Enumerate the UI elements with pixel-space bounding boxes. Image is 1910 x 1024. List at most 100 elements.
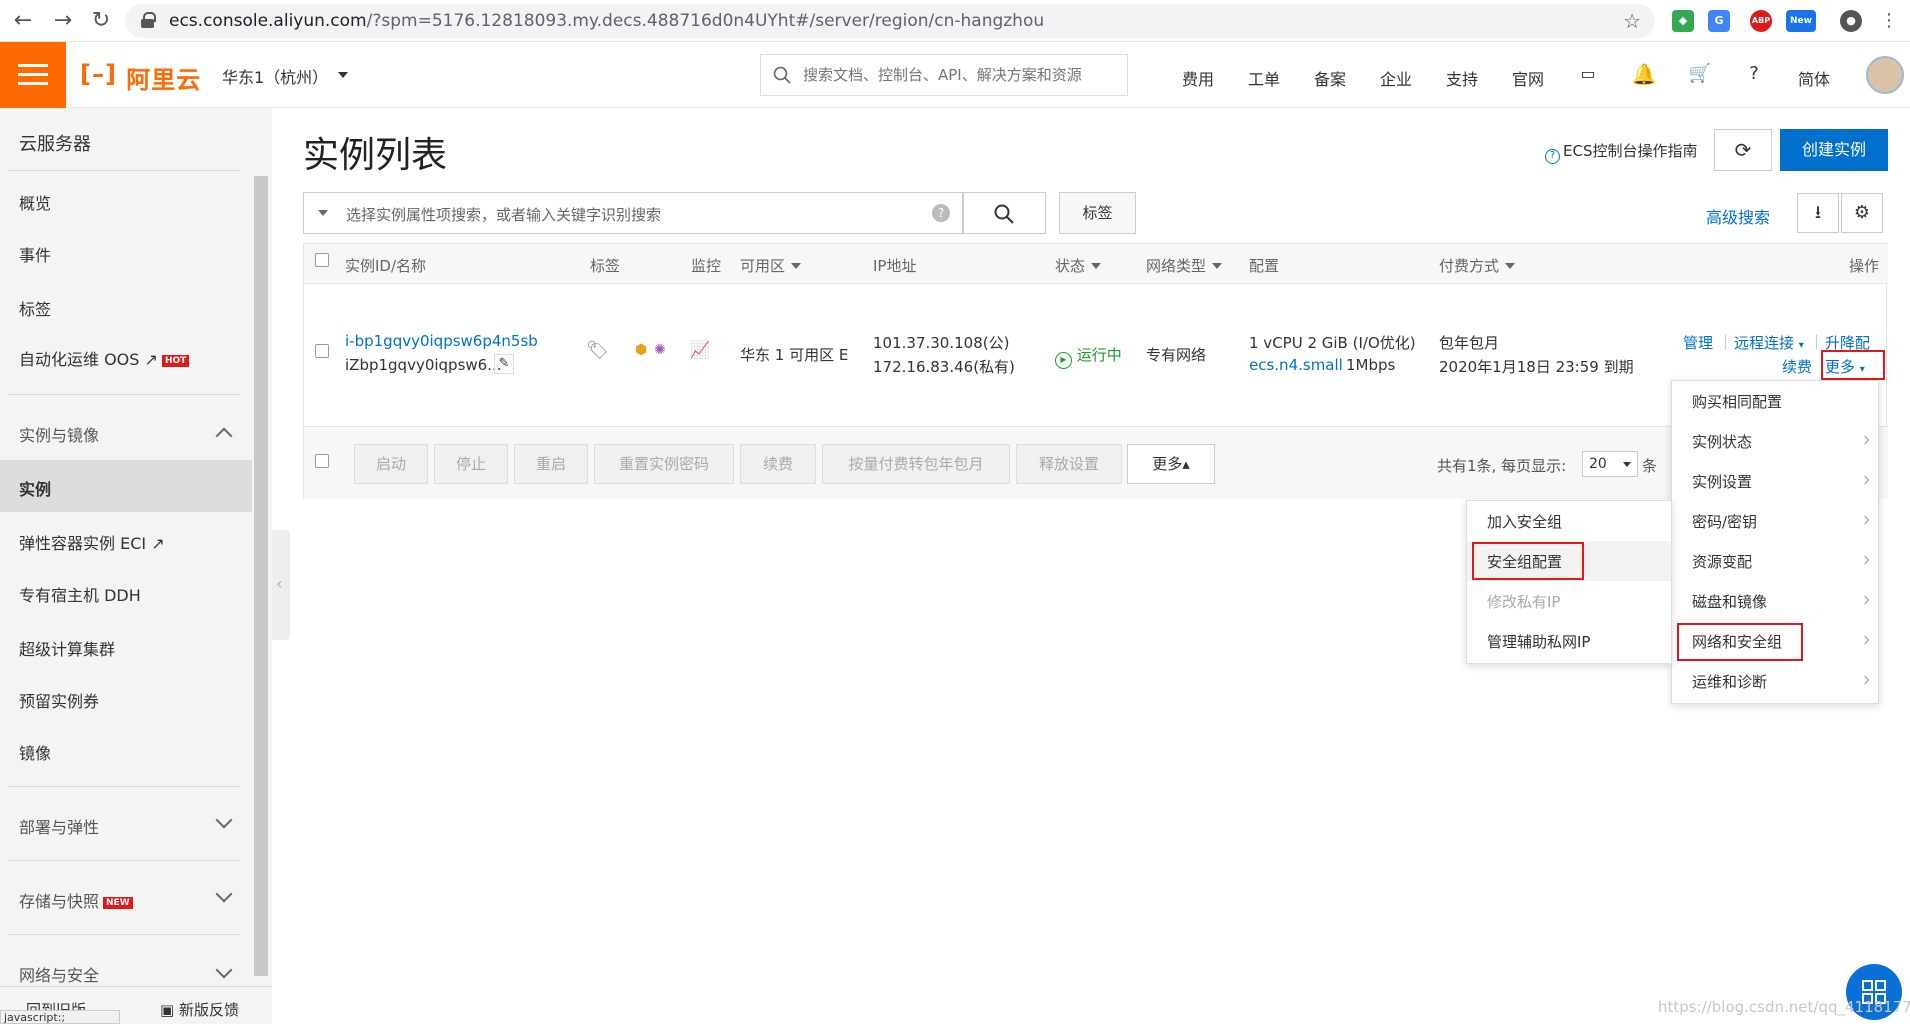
tag-filter-button[interactable]: 标签 (1059, 192, 1136, 234)
global-search-input[interactable] (803, 63, 1113, 87)
create-instance-button[interactable]: 创建实例 (1780, 129, 1888, 171)
row-checkbox[interactable] (315, 344, 329, 358)
th-network[interactable]: 网络类型 (1146, 255, 1223, 276)
th-zone[interactable]: 可用区 (740, 255, 802, 276)
config-spec: 1 vCPU 2 GiB (I/O优化) (1249, 334, 1416, 352)
terminal-icon[interactable]: ▭ (1574, 60, 1602, 88)
sidebar-item-ddh[interactable]: 专有宿主机 DDH (19, 582, 141, 606)
sidebar-scrollbar[interactable] (254, 176, 268, 976)
nav-support[interactable]: 支持 (1446, 66, 1478, 90)
help-circle-icon[interactable]: ? (932, 204, 950, 222)
forward-arrow-icon[interactable]: → (48, 6, 78, 36)
sidebar-item-images[interactable]: 镜像 (19, 740, 51, 764)
region-selector[interactable]: 华东1（杭州） (222, 64, 328, 88)
th-status[interactable]: 状态 (1055, 255, 1102, 276)
filter-placeholder: 选择实例属性项搜索，或者输入关键字识别搜索 (346, 206, 662, 224)
renew-link[interactable]: 续费 (1782, 356, 1812, 377)
instance-id-link[interactable]: i-bp1gqvy0iqpsw6p4n5sb (345, 332, 538, 350)
caret-down-icon[interactable] (338, 72, 348, 78)
reset-password-button[interactable]: 重置实例密码 (594, 444, 734, 484)
reload-icon[interactable]: ↻ (86, 6, 116, 36)
menu-item-instance-status[interactable]: 实例状态 (1692, 431, 1752, 452)
translate-icon[interactable]: G (1708, 10, 1730, 32)
bell-icon[interactable]: 🔔 (1630, 60, 1658, 88)
bookmark-star-icon[interactable]: ☆ (1623, 9, 1641, 33)
menu-item-instance-settings[interactable]: 实例设置 (1692, 471, 1752, 492)
menu-item-password-key[interactable]: 密码/密钥 (1692, 511, 1757, 532)
th-billing[interactable]: 付费方式 (1439, 255, 1516, 276)
chevron-down-icon[interactable] (215, 885, 233, 903)
nav-official-site[interactable]: 官网 (1512, 66, 1544, 90)
menu-item-resource-change[interactable]: 资源变配 (1692, 551, 1752, 572)
chevron-up-icon[interactable] (215, 427, 233, 445)
submenu-join-security-group[interactable]: 加入安全组 (1487, 511, 1562, 532)
hamburger-menu-icon[interactable] (0, 42, 66, 108)
restart-button[interactable]: 重启 (514, 444, 588, 484)
sidebar-item-overview[interactable]: 概览 (19, 190, 51, 214)
nav-enterprise[interactable]: 企业 (1380, 66, 1412, 90)
settings-button[interactable]: ⚙ (1841, 193, 1883, 233)
chevron-down-icon[interactable] (215, 961, 233, 979)
sidebar-item-events[interactable]: 事件 (19, 242, 51, 266)
sidebar-group-deploy[interactable]: 部署与弹性 (19, 814, 99, 838)
sidebar-item-oos[interactable]: 自动化运维 OOS ↗ HOT (19, 346, 190, 370)
sidebar-item-scc[interactable]: 超级计算集群 (19, 636, 115, 660)
renew-button[interactable]: 续费 (740, 444, 816, 484)
instance-filter[interactable]: 选择实例属性项搜索，或者输入关键字识别搜索 ? (303, 192, 963, 234)
security-shield-icon[interactable]: ⬢ (635, 342, 647, 358)
global-search[interactable] (760, 54, 1128, 96)
sidebar-group-storage[interactable]: 存储与快照 NEW (19, 888, 133, 912)
cart-icon[interactable]: 🛒 (1686, 60, 1714, 88)
remote-connect-link[interactable]: 远程连接 ▾ (1734, 332, 1804, 353)
back-arrow-icon[interactable]: ← (8, 6, 38, 36)
page-size-select[interactable]: 20 (1582, 451, 1638, 477)
nav-fee[interactable]: 费用 (1182, 66, 1214, 90)
sidebar-item-reserved[interactable]: 预留实例券 (19, 688, 99, 712)
console-guide-link[interactable]: ? ECS控制台操作指南 (1545, 140, 1697, 164)
footer-select-all-checkbox[interactable] (315, 454, 329, 468)
refresh-button[interactable]: ⟳ (1714, 129, 1772, 171)
convert-billing-button[interactable]: 按量付费转包年包月 (822, 444, 1010, 484)
new-extension-icon[interactable]: New (1786, 10, 1816, 32)
menu-item-disk-image[interactable]: 磁盘和镜像 (1692, 591, 1767, 612)
select-all-checkbox[interactable] (315, 253, 329, 267)
menu-item-ops-diagnosis[interactable]: 运维和诊断 (1692, 671, 1767, 692)
profile-icon[interactable]: ● (1840, 10, 1862, 32)
stop-button[interactable]: 停止 (434, 444, 508, 484)
feedback-link[interactable]: ▣ 新版反馈 (160, 999, 239, 1020)
sidebar-group-network[interactable]: 网络与安全 (19, 962, 99, 986)
console-header: [–] 阿里云 华东1（杭州） 费用 工单 备案 企业 支持 官网 ▭ 🔔 🛒 … (0, 42, 1910, 108)
extension-colorful-icon[interactable]: ◆ (1672, 10, 1694, 32)
address-bar[interactable]: ecs.console.aliyun.com/?spm=5176.1281809… (125, 4, 1655, 38)
sidebar-item-eci[interactable]: 弹性容器实例 ECI ↗ (19, 530, 165, 554)
advanced-search-link[interactable]: 高级搜索 (1706, 204, 1770, 228)
nav-icp[interactable]: 备案 (1314, 66, 1346, 90)
plugin-icon[interactable]: ✺ (654, 342, 666, 358)
sidebar-item-instances[interactable]: 实例 (19, 476, 51, 500)
aliyun-logo[interactable]: [–] 阿里云 (80, 60, 201, 94)
menu-item-buy-same[interactable]: 购买相同配置 (1692, 391, 1782, 412)
edit-pencil-icon[interactable]: ✎ (494, 354, 514, 374)
avatar[interactable] (1866, 56, 1904, 94)
sidebar-collapse-handle[interactable]: ‹ (272, 530, 290, 640)
kebab-menu-icon[interactable]: ⋮ (1874, 6, 1904, 36)
start-button[interactable]: 启动 (354, 444, 428, 484)
caret-down-icon[interactable] (318, 210, 328, 216)
sidebar-item-tags[interactable]: 标签 (19, 296, 51, 320)
export-button[interactable]: ⭳ (1797, 193, 1839, 233)
tag-icon[interactable]: 🏷 (586, 340, 609, 361)
nav-ticket[interactable]: 工单 (1248, 66, 1280, 90)
manage-link[interactable]: 管理 (1683, 332, 1713, 353)
language-switch[interactable]: 简体 (1798, 66, 1830, 90)
submenu-modify-private-ip[interactable]: 修改私有IP (1487, 591, 1560, 612)
release-settings-button[interactable]: 释放设置 (1016, 444, 1122, 484)
footer-more-button[interactable]: 更多▴ (1127, 444, 1215, 484)
submenu-manage-secondary-ip[interactable]: 管理辅助私网IP (1487, 631, 1590, 652)
monitor-chart-icon[interactable]: 📈 (690, 340, 710, 359)
sidebar-group-instances[interactable]: 实例与镜像 (19, 422, 99, 446)
help-icon[interactable]: ? (1740, 60, 1768, 88)
search-button[interactable] (963, 192, 1046, 234)
instance-type-link[interactable]: ecs.n4.small (1249, 356, 1343, 374)
adblock-icon[interactable]: ABP (1750, 10, 1772, 32)
chevron-down-icon[interactable] (215, 811, 233, 829)
